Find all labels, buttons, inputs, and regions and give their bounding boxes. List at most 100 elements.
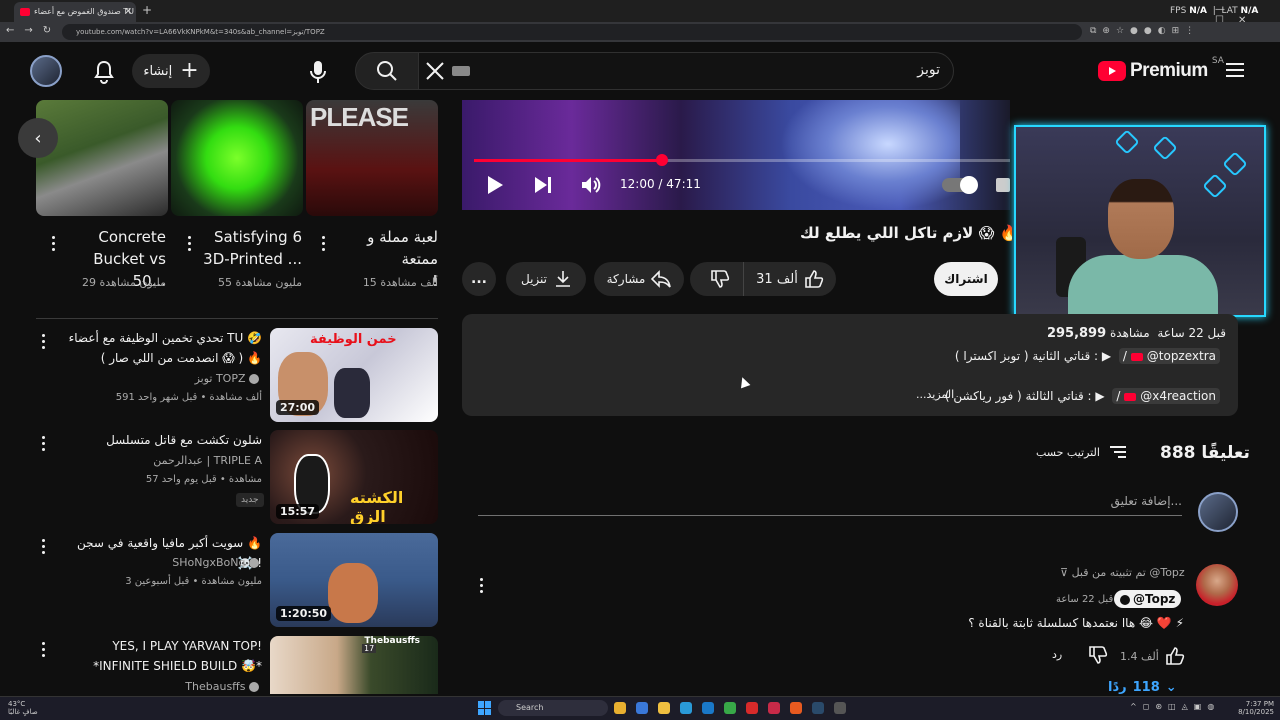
- related-item-menu[interactable]: [35, 638, 51, 660]
- notifications-button[interactable]: [90, 58, 118, 86]
- add-comment-input[interactable]: إضافة تعليق...: [478, 494, 1182, 516]
- weather-widget[interactable]: 43°C صافٍ غالبًا: [8, 700, 38, 716]
- comment-author-avatar[interactable]: [1196, 564, 1238, 606]
- comments-count: 888 تعليقًا: [1160, 443, 1250, 463]
- progress-fill: [474, 159, 662, 162]
- voice-search-button[interactable]: [300, 54, 336, 90]
- related-channel[interactable]: SHoNgxBoNg: [60, 556, 262, 569]
- app-icon: [702, 702, 714, 714]
- next-button[interactable]: [532, 174, 554, 200]
- related-thumbnail[interactable]: Thebausffs 17: [270, 636, 438, 694]
- comment-author[interactable]: @Topz: [1114, 590, 1182, 608]
- share-button[interactable]: مشاركة: [594, 262, 684, 296]
- autoplay-toggle[interactable]: [942, 176, 978, 194]
- app-icon: [746, 702, 758, 714]
- close-tab-icon[interactable]: ✕: [124, 2, 132, 22]
- sort-icon: [1109, 446, 1126, 458]
- extension-icons[interactable]: ⧉⊕☆●●◐⊞⋮: [1090, 26, 1200, 36]
- taskbar-clock[interactable]: 7:37 PM 8/10/2025: [1232, 700, 1274, 716]
- related-item-menu[interactable]: [35, 535, 51, 557]
- more-actions-button[interactable]: ...: [462, 262, 496, 296]
- related-title[interactable]: شلون تكشت مع قاتل متسلسل: [60, 430, 262, 450]
- fps-label: FPS: [1170, 6, 1187, 16]
- windows-start-icon[interactable]: [478, 701, 492, 715]
- volume-button[interactable]: [580, 174, 602, 200]
- new-tab-icon[interactable]: +: [142, 3, 152, 17]
- my-avatar: [1198, 492, 1238, 532]
- youtube-logo-icon: [1130, 352, 1143, 361]
- shelf-item-title[interactable]: Satisfying 6 3D-Printed ...: [192, 226, 302, 270]
- like-button[interactable]: 31 ألف: [744, 262, 836, 296]
- play-button[interactable]: [485, 174, 505, 200]
- comment-text: هاا نعتمدها كسلسلة ثابتة بالقناة ؟ 😂 ❤️ …: [968, 616, 1184, 630]
- view-replies-button[interactable]: ردًا 118 ⌄: [1108, 680, 1177, 695]
- taskbar-search[interactable]: Search: [498, 700, 608, 716]
- shelf-item-menu[interactable]: [315, 232, 331, 254]
- system-tray[interactable]: ^◻⊛◫◬▣◍: [1130, 702, 1220, 711]
- nav-buttons[interactable]: ←→↻: [6, 25, 61, 36]
- forward-icon: →: [24, 25, 43, 36]
- sort-comments-button[interactable]: الترتيب حسب: [1036, 444, 1128, 460]
- new-badge: جديد: [236, 493, 264, 507]
- related-channel[interactable]: عبدالرحمن | TRIPLE A: [60, 454, 262, 467]
- skip-next-icon: [535, 177, 551, 193]
- subtitles-icon[interactable]: [996, 178, 1010, 192]
- comment-like-button[interactable]: 1.4 ألف: [1120, 646, 1185, 666]
- guide-menu-button[interactable]: [1224, 60, 1250, 82]
- related-title[interactable]: تحدي تخمين الوظيفة مع أعضاء TU 🤣( انصدمت…: [60, 328, 262, 368]
- browser-tab-bar: [0, 0, 1280, 22]
- account-avatar[interactable]: [30, 55, 62, 87]
- verified-icon: [249, 558, 259, 568]
- channel-link[interactable]: / @x4reaction: [1112, 388, 1220, 404]
- comment-like-count: 1.4 ألف: [1120, 649, 1159, 663]
- reply-button[interactable]: رد: [1052, 648, 1062, 661]
- verified-icon: [249, 682, 259, 692]
- shelf-item-menu[interactable]: [181, 232, 197, 254]
- app-icon: [834, 702, 846, 714]
- search-icon: [377, 61, 397, 81]
- subscribe-button[interactable]: اشتراك: [934, 262, 998, 296]
- youtube-premium-logo[interactable]: Premium SA: [1098, 56, 1224, 82]
- related-item-menu[interactable]: [35, 330, 51, 352]
- taskbar-apps[interactable]: [614, 702, 846, 714]
- duration-badge: 1:20:50: [276, 606, 332, 621]
- volume-icon: [582, 177, 601, 193]
- fps-value: N/A: [1189, 6, 1207, 16]
- show-more-link[interactable]: ...المزيد: [916, 388, 954, 401]
- comment-dislike-button[interactable]: [1088, 645, 1108, 669]
- shelf-thumbnail[interactable]: [171, 100, 303, 216]
- description-line: قناتي الثانية ( توبز اكسترا ) : ▶ / @top…: [780, 348, 1220, 364]
- pinned-label: ⊽ تم تثبيته من قبل @Topz: [1060, 566, 1185, 579]
- download-button[interactable]: تنزيل: [506, 262, 586, 296]
- sort-label: الترتيب حسب: [1036, 445, 1100, 459]
- related-title[interactable]: YES, I PLAY YARVAN TOP! *INFINITE SHIELD …: [60, 636, 262, 676]
- app-icon: [658, 702, 670, 714]
- scrubber-handle[interactable]: [655, 154, 668, 166]
- clear-search-button[interactable]: [424, 60, 446, 82]
- youtube-logo-icon: [1098, 61, 1126, 81]
- shelf-thumbnail[interactable]: [36, 100, 168, 216]
- shelf-item-meta: 55 مليون مشاهدة: [217, 276, 302, 289]
- bell-icon: [94, 60, 114, 84]
- shelf-prev-button[interactable]: ‹: [18, 118, 58, 158]
- related-item-menu[interactable]: [35, 432, 51, 454]
- comment-menu[interactable]: [473, 574, 489, 596]
- related-channel[interactable]: توبز TOPZ: [60, 372, 262, 385]
- video-title: لازم تاكل اللي يطلع لك 😱 🔥: [800, 224, 1012, 242]
- search-query[interactable]: توبز: [700, 62, 940, 78]
- thumbnail-text: خمن الوظيفة: [310, 332, 397, 347]
- related-channel[interactable]: Thebausffs: [60, 680, 262, 693]
- shelf-thumbnail[interactable]: PLEASE: [306, 100, 438, 216]
- keyboard-icon[interactable]: [452, 66, 470, 76]
- browser-tab[interactable]: صندوق الغموض مع أعضاء TU ✕: [14, 2, 136, 22]
- app-icon: [614, 702, 626, 714]
- channel-link[interactable]: / @topzextra: [1118, 348, 1220, 364]
- time-display: 12:00 / 47:11: [620, 177, 701, 191]
- dislike-button[interactable]: [696, 262, 744, 296]
- url-field[interactable]: youtube.com/watch?v=LA66VkKNPkM&t=340s&a…: [62, 24, 1082, 40]
- like-count: 31 ألف: [756, 271, 798, 287]
- create-button[interactable]: إنشاء +: [132, 54, 210, 88]
- back-icon: ←: [6, 25, 25, 36]
- shelf-item-menu[interactable]: [45, 232, 61, 254]
- search-button[interactable]: [355, 52, 419, 90]
